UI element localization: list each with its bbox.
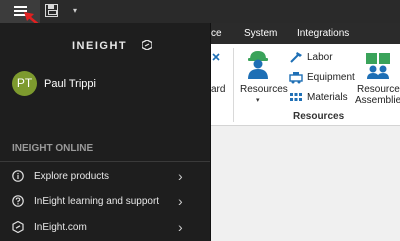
workspace-canvas: [211, 126, 400, 241]
tab-partial[interactable]: ce: [211, 23, 222, 44]
materials-icon: [290, 93, 302, 101]
labor-label: Labor: [307, 52, 333, 63]
ribbon-panel: ard Resources ▾ Labor Equipment Material…: [211, 44, 400, 126]
assemblies-label-line1[interactable]: Resource: [357, 84, 400, 95]
partial-button-label[interactable]: ard: [211, 84, 225, 95]
divider: [0, 161, 210, 162]
tab-integrations[interactable]: Integrations: [297, 23, 349, 44]
ineight-logo: INEIGHT: [72, 40, 128, 52]
menu-item-ineight-com[interactable]: InEight.com ›: [0, 216, 210, 241]
labor-icon: [290, 52, 302, 63]
materials-label: Materials: [307, 92, 348, 103]
equipment-label: Equipment: [307, 72, 355, 83]
avatar[interactable]: PT: [12, 71, 37, 96]
section-title: INEIGHT ONLINE: [12, 143, 94, 154]
chevron-right-icon: ›: [178, 193, 183, 209]
assemblies-label-line2[interactable]: Assemblies: [355, 95, 400, 106]
close-icon: [212, 53, 220, 61]
info-icon: [12, 170, 24, 182]
menu-item-label: InEight learning and support: [34, 196, 160, 207]
resources-button-label[interactable]: Resources: [240, 84, 288, 95]
quick-access-chevron-down-icon[interactable]: ▾: [73, 6, 77, 16]
menu-item-label: InEight.com: [34, 222, 87, 233]
menu-item-explore-products[interactable]: Explore products ›: [0, 165, 210, 190]
ribbon-tabs: ce System Integrations: [211, 23, 400, 44]
chevron-right-icon: ›: [178, 219, 183, 235]
ineight-logo-icon: [142, 40, 152, 50]
user-name[interactable]: Paul Trippi: [44, 78, 96, 90]
ineight-logo-icon: [12, 221, 24, 233]
ribbon-group-label: Resources: [293, 111, 345, 122]
chevron-down-icon[interactable]: ▾: [256, 96, 260, 104]
equipment-icon: [289, 72, 303, 84]
title-bar: ▾: [0, 0, 400, 23]
ribbon-separator: [233, 48, 234, 122]
tab-system[interactable]: System: [244, 23, 277, 44]
navigation-drawer: INEIGHT PT Paul Trippi INEIGHT ONLINE Ex…: [0, 23, 211, 241]
menu-item-label: Explore products: [34, 171, 110, 182]
worker-icon[interactable]: [246, 49, 270, 79]
menu-item-learning-support[interactable]: InEight learning and support ›: [0, 190, 210, 215]
help-icon: [12, 195, 24, 207]
assemblies-icon[interactable]: [365, 51, 391, 79]
chevron-right-icon: ›: [178, 168, 183, 184]
